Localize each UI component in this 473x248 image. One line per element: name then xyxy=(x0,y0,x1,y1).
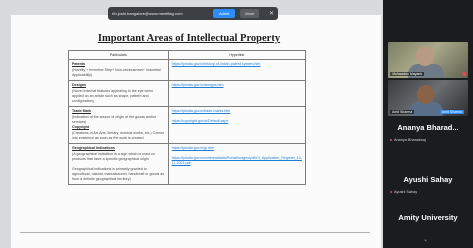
area-title: Designs xyxy=(72,83,86,87)
hyperlink[interactable]: https://copyright.gov.in/Default.aspx xyxy=(172,119,302,124)
particulars-cell: Geographical Indications (A geographical… xyxy=(68,143,169,185)
column-header: Particulars xyxy=(68,50,169,60)
participant-big-name: Amity University xyxy=(398,213,458,222)
table-row: Designs (Novel external features appeali… xyxy=(68,80,307,107)
share-info-text: rth.joshi.bangalore@www.meetflag.com xyxy=(112,11,183,16)
slide-heading: Important Areas of Intellectual Property xyxy=(97,33,281,44)
hyperlink[interactable]: https://ipindia.gov.in/designs.htm xyxy=(172,83,302,88)
chevron-down-icon[interactable]: ⌄ xyxy=(423,236,428,243)
slide-divider xyxy=(20,232,370,233)
screen-share-toolbar: rth.joshi.bangalore@www.meetflag.com Adm… xyxy=(108,7,278,20)
participant-small-name: Ananya Bharadwaj xyxy=(394,138,426,142)
ip-areas-table: Particulars Hyperlink Patents (Novelty +… xyxy=(68,50,307,185)
participant-name-tag: Amit Sharma xyxy=(390,110,415,114)
close-icon[interactable]: ✕ xyxy=(269,10,274,17)
hyperlink[interactable]: https://ipindia.gov.in/history-of-indian… xyxy=(172,62,302,67)
more-button[interactable]: More xyxy=(240,9,260,18)
admit-button[interactable]: Admit xyxy=(213,9,236,18)
video-tile[interactable]: Vishwadev Mayank xyxy=(388,42,468,78)
mic-off-icon xyxy=(462,72,466,76)
particulars-cell: Trade Mark (Indication of the source of … xyxy=(68,106,169,144)
table-row: Geographical Indications (A geographical… xyxy=(68,143,307,185)
participant-name-card[interactable]: Ananya Bharad... Ananya Bharadwaj xyxy=(388,123,468,142)
table-row: Patents (Novelty + Inventive Step+ Non-o… xyxy=(68,59,307,81)
area-description: (Creations of Art-Arts, literary, musica… xyxy=(72,131,164,140)
particulars-cell: Designs (Novel external features appeali… xyxy=(68,80,169,107)
column-header: Hyperlink xyxy=(167,50,307,60)
participant-name-card[interactable]: Ayushi Sahay Ayushi Sahay xyxy=(388,175,468,194)
participant-small-name: Ayushi Sahay xyxy=(394,190,418,194)
table-header-row: Particulars Hyperlink xyxy=(68,50,307,60)
participant-face xyxy=(417,85,434,104)
active-speaker-label: Amit Sharma xyxy=(439,110,464,114)
participant-name-tag: Vishwadev Mayank xyxy=(390,72,425,76)
hyperlink-cell: https://ipindia.gov.in/trade-marks.htm h… xyxy=(167,106,307,144)
area-description: (Indication of the source of origin of t… xyxy=(72,115,157,124)
particulars-cell: Patents (Novelty + Inventive Step+ Non-o… xyxy=(68,59,169,81)
hyperlink-cell: https://ipindia.gov.in/history-of-indian… xyxy=(167,59,307,81)
video-tile-speaking[interactable]: Amit Sharma Amit Sharma xyxy=(388,80,468,116)
area-description: Geographical indications is primarily gr… xyxy=(72,167,165,181)
shared-screen-area: Important Areas of Intellectual Property… xyxy=(0,0,383,248)
hyperlink[interactable]: https://ipindia.gov.in/writereaddata/Por… xyxy=(172,156,302,166)
mic-off-icon xyxy=(390,191,392,193)
mic-off-icon xyxy=(390,139,392,141)
area-title: Patents xyxy=(72,62,85,66)
table-row: Trade Mark (Indication of the source of … xyxy=(68,106,307,144)
hyperlink-cell: https://ipindia.gov.in/designs.htm xyxy=(167,80,307,107)
area-title: Trade Mark xyxy=(72,109,91,113)
participant-small-name-row: Ayushi Sahay xyxy=(388,190,468,194)
area-title: Copyright xyxy=(72,125,89,129)
participant-face xyxy=(416,46,434,66)
area-description: (Novelty + Inventive Step+ Non-obviousne… xyxy=(72,68,161,77)
area-title: Geographical Indications xyxy=(72,146,115,150)
participant-big-name: Ananya Bharad... xyxy=(397,123,459,132)
participant-big-name: Ayushi Sahay xyxy=(403,175,453,184)
area-description: (Novel external features appealing to th… xyxy=(72,89,154,103)
area-description: (A geographical indication is a sign whi… xyxy=(72,152,155,161)
participant-small-name-row: Ananya Bharadwaj xyxy=(388,138,468,142)
participant-name-card[interactable]: Amity University xyxy=(388,213,468,222)
hyperlink-cell: https://ipindia.gov.in/gi.htm https://ip… xyxy=(167,143,307,185)
